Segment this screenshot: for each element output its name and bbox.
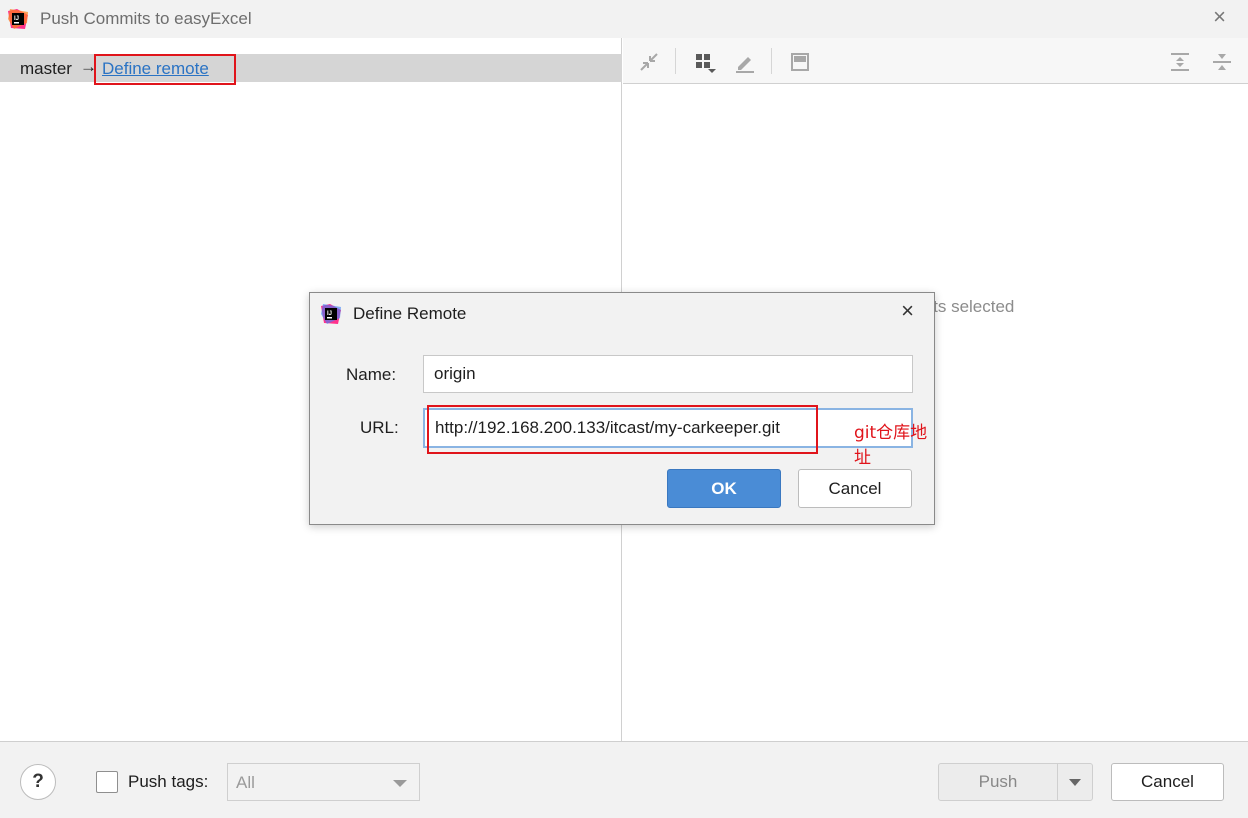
annotation-highlight-box	[94, 54, 236, 85]
define-remote-dialog: IJ Define Remote × Name: URL: git仓库地址 OK…	[309, 292, 935, 525]
branch-name: master	[20, 59, 72, 78]
toolbar-separator	[675, 48, 676, 74]
chevron-down-icon	[393, 780, 407, 787]
url-label: URL:	[360, 418, 399, 437]
push-tags-select[interactable]: All	[227, 763, 420, 801]
annotation-highlight-box	[427, 405, 818, 454]
help-button[interactable]: ?	[20, 764, 56, 800]
dialog-close-icon[interactable]: ×	[901, 300, 914, 322]
push-dropdown-arrow-icon[interactable]	[1058, 764, 1092, 800]
ok-button[interactable]: OK	[667, 469, 781, 508]
intellij-app-icon: IJ	[8, 9, 28, 29]
dialog-title: Define Remote	[353, 304, 467, 323]
collapse-icon[interactable]	[637, 50, 661, 74]
details-toolbar	[623, 38, 1248, 84]
window-close-icon[interactable]: ×	[1213, 6, 1226, 28]
expand-all-icon[interactable]	[1168, 50, 1192, 74]
title-bar: IJ Push Commits to easyExcel ×	[0, 0, 1248, 38]
cancel-button[interactable]: Cancel	[1111, 763, 1224, 801]
collapse-all-icon[interactable]	[1210, 50, 1234, 74]
toolbar-separator	[771, 48, 772, 74]
svg-text:IJ: IJ	[14, 16, 19, 22]
annotation-text: git仓库地址	[854, 423, 928, 468]
group-by-icon[interactable]	[693, 50, 717, 74]
push-button[interactable]: Push	[939, 764, 1057, 800]
dialog-footer: ? Push tags: All Push Cancel	[0, 741, 1248, 818]
preview-icon[interactable]	[788, 50, 812, 74]
window-title: Push Commits to easyExcel	[40, 9, 252, 28]
intellij-app-icon: IJ	[321, 304, 341, 324]
dialog-cancel-button[interactable]: Cancel	[798, 469, 912, 508]
push-split-button: Push	[938, 763, 1093, 801]
push-tags-checkbox[interactable]	[96, 771, 118, 793]
svg-text:IJ: IJ	[327, 311, 332, 317]
push-tags-label: Push tags:	[128, 772, 209, 791]
edit-icon[interactable]	[733, 50, 757, 74]
remote-name-input[interactable]	[423, 355, 913, 393]
push-tags-select-value: All	[236, 773, 255, 792]
name-label: Name:	[346, 365, 397, 384]
